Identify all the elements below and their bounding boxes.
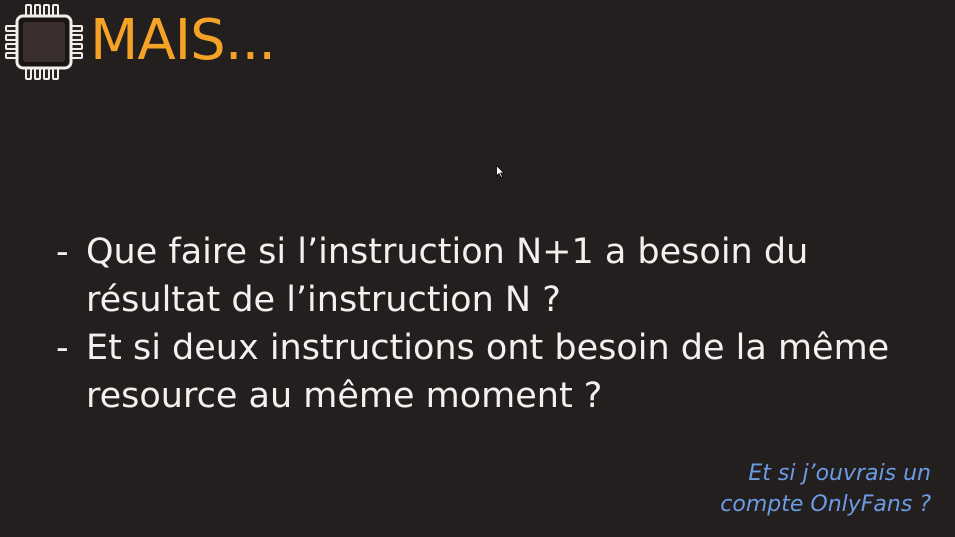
cpu-chip-icon [5, 4, 83, 80]
slide-title: MAIS... [90, 8, 276, 73]
bullet-line: resource au même moment ? [86, 376, 603, 416]
bullet-line: résultat de l’instruction N ? [86, 280, 561, 320]
side-note: Et si j’ouvrais un compte OnlyFans ? [720, 458, 931, 520]
side-note-line: Et si j’ouvrais un [748, 461, 931, 486]
side-note-line: compte OnlyFans ? [720, 492, 931, 517]
mouse-cursor-icon [496, 165, 505, 178]
bullet-dash: - [56, 328, 69, 368]
bullet-list: - Que faire si l’instruction N+1 a besoi… [56, 228, 936, 420]
bullet-line: Et si deux instructions ont besoin de la… [86, 328, 890, 368]
bullet-dash: - [56, 232, 69, 272]
bullet-item: - Et si deux instructions ont besoin de … [56, 324, 936, 420]
bullet-line: Que faire si l’instruction N+1 a besoin … [86, 232, 809, 272]
slide: MAIS... - Que faire si l’instruction N+1… [0, 0, 955, 537]
bullet-item: - Que faire si l’instruction N+1 a besoi… [56, 228, 936, 324]
